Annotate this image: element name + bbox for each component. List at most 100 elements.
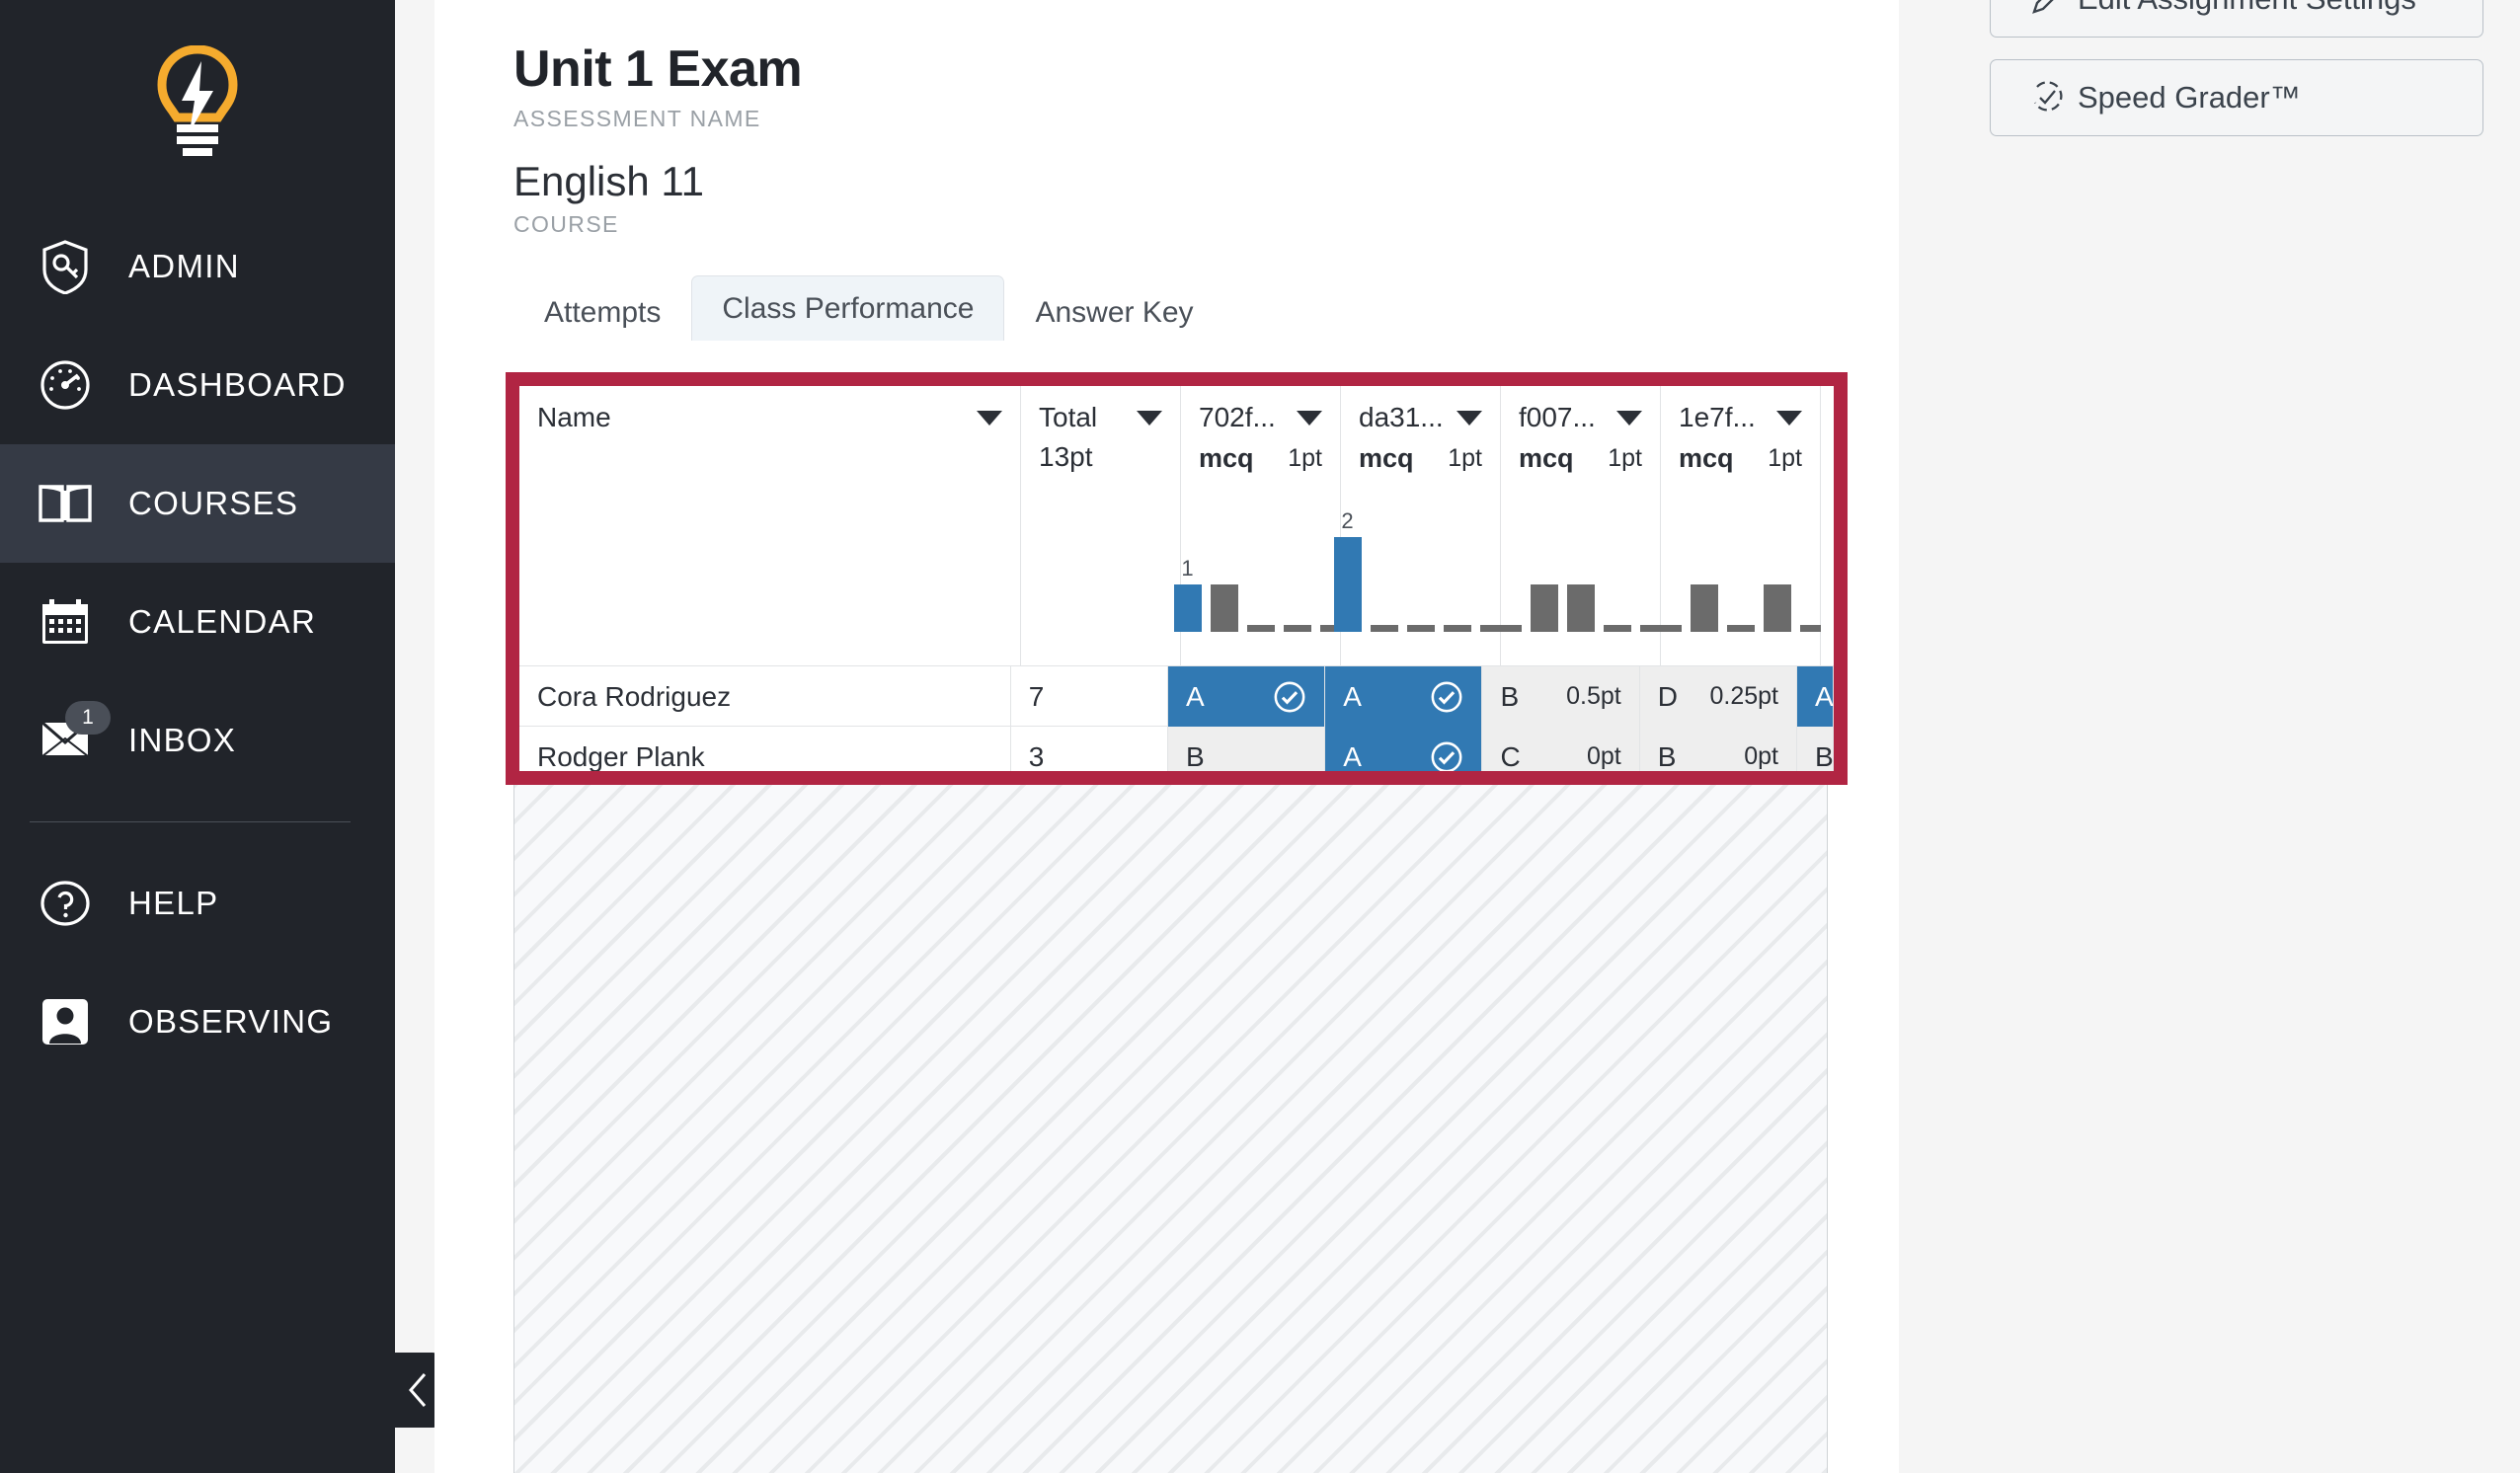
- question-points: 1pt: [1448, 444, 1482, 472]
- grid-header-question-2[interactable]: da31... mcq 1pt 2: [1333, 386, 1508, 665]
- histogram-bar-fill: [1333, 537, 1362, 632]
- histogram-bar-fill: [1246, 625, 1275, 632]
- chevron-down-icon[interactable]: [1616, 410, 1642, 426]
- histogram-bar-A: 2: [1333, 510, 1362, 632]
- speed-grader-button[interactable]: Speed Grader™: [1990, 59, 2483, 136]
- histogram-bar-C: [1726, 620, 1755, 632]
- total-score-cell[interactable]: 7: [1011, 666, 1168, 727]
- histogram-bar-B: [1690, 580, 1718, 632]
- answer-cell[interactable]: C 0pt: [1482, 727, 1640, 772]
- student-name-cell[interactable]: Rodger Plank: [519, 727, 1011, 771]
- open-book-icon: [30, 468, 101, 539]
- check-circle-icon: [1274, 681, 1305, 712]
- lightbulb-bolt-logo-icon: [157, 45, 238, 156]
- chevron-down-icon[interactable]: [1776, 410, 1802, 426]
- pencil-icon: [2026, 0, 2068, 20]
- course-name: English 11: [513, 158, 705, 205]
- answer-cell[interactable]: B 0pt: [1639, 727, 1798, 771]
- histogram-bar-fill: [1406, 625, 1435, 632]
- question-response-histogram: [1493, 504, 1668, 632]
- sidebar-item-dashboard[interactable]: DASHBOARD: [0, 326, 395, 444]
- speed-grader-icon: [2026, 77, 2068, 118]
- histogram-bar-C: [1566, 580, 1595, 632]
- histogram-bar-fill: [1763, 584, 1791, 632]
- sidebar-divider: [30, 821, 351, 822]
- tab-attempts[interactable]: Attempts: [513, 283, 691, 341]
- grid-header-question-3[interactable]: f007... mcq 1pt: [1493, 386, 1668, 665]
- sidebar-item-admin[interactable]: ADMIN: [0, 207, 395, 326]
- class-performance-grid-highlight-frame: Name Total 13pt 702f... mcq 1pt 1 da31..…: [506, 372, 1848, 785]
- histogram-bar-B: [1530, 580, 1558, 632]
- class-performance-grid: Name Total 13pt 702f... mcq 1pt 1 da31..…: [519, 386, 1834, 771]
- answer-cell[interactable]: A: [1325, 666, 1483, 727]
- grid-header-question-4[interactable]: 1e7f... mcq 1pt: [1653, 386, 1828, 665]
- histogram-bar-fill: [1690, 584, 1718, 632]
- answer-choice: A: [1343, 740, 1362, 772]
- answer-cell[interactable]: A: [1167, 666, 1326, 727]
- global-navigation-sidebar: ADMIN DASHBOARD COURSES CALENDAR 1 INBOX…: [0, 0, 395, 1473]
- histogram-bar-fill: [1653, 625, 1682, 632]
- app-logo[interactable]: [0, 0, 395, 207]
- sidebar-item-inbox[interactable]: 1 INBOX: [0, 681, 395, 800]
- answer-cell[interactable]: B 0.5pt: [1482, 666, 1640, 727]
- grid-header-name[interactable]: Name: [519, 386, 1021, 665]
- edit-assignment-settings-button[interactable]: Edit Assignment Settings: [1990, 0, 2483, 38]
- question-response-histogram: 1: [1173, 504, 1348, 632]
- tab-answer-key[interactable]: Answer Key: [1004, 283, 1223, 341]
- answer-cell[interactable]: D 0.25pt: [1639, 666, 1798, 727]
- table-row[interactable]: Cora Rodriguez 7 A A B 0.5pt D 0.25pt A: [519, 665, 1834, 727]
- sidebar-item-courses[interactable]: COURSES: [0, 444, 395, 563]
- grid-header-total[interactable]: Total 13pt: [1021, 386, 1181, 665]
- content-placeholder-hatched-area: [513, 785, 1828, 1473]
- histogram-bar-B: [1210, 580, 1238, 632]
- student-name-cell[interactable]: Cora Rodriguez: [519, 666, 1011, 727]
- question-type: mcq: [1679, 443, 1734, 473]
- person-icon: [30, 986, 101, 1057]
- histogram-bar-D: [1443, 620, 1471, 632]
- table-row[interactable]: Rodger Plank 3 B A C 0pt B 0pt B: [519, 726, 1834, 771]
- histogram-bar-fill: [1726, 625, 1755, 632]
- envelope-icon: 1: [30, 701, 111, 776]
- histogram-bar-fill: [1493, 625, 1522, 632]
- inbox-unread-badge: 1: [65, 701, 111, 735]
- answer-choice: B: [1185, 740, 1205, 772]
- sidebar-item-label: DASHBOARD: [128, 366, 347, 403]
- check-circle-icon: [1432, 681, 1462, 712]
- tab-class-performance[interactable]: Class Performance: [691, 275, 1005, 342]
- sidebar-item-calendar[interactable]: CALENDAR: [0, 563, 395, 681]
- answer-cell[interactable]: A: [1797, 666, 1834, 727]
- answer-points: 0.25pt: [1709, 682, 1779, 710]
- histogram-bar-fill: [1530, 584, 1558, 632]
- column-title: Total: [1039, 402, 1098, 432]
- assessment-header: Unit 1 Exam ASSESSMENT NAME English 11 C…: [434, 0, 1899, 238]
- column-title: f007...: [1519, 402, 1596, 432]
- shield-key-icon: [30, 231, 101, 302]
- sidebar-item-help[interactable]: HELP: [0, 844, 395, 963]
- chevron-down-icon[interactable]: [1457, 410, 1482, 426]
- question-type: mcq: [1519, 443, 1574, 473]
- sidebar-item-observing[interactable]: OBSERVING: [0, 963, 395, 1081]
- column-title: 702f...: [1199, 402, 1276, 432]
- check-circle-icon: [1432, 741, 1462, 771]
- answer-points: 0pt: [1586, 742, 1621, 770]
- histogram-bar-D: [1763, 580, 1791, 632]
- grid-header-row: Name Total 13pt 702f... mcq 1pt 1 da31..…: [519, 386, 1834, 665]
- gauge-icon: [30, 349, 101, 421]
- histogram-bar-A: [1653, 620, 1682, 632]
- histogram-bar-C: [1406, 620, 1435, 632]
- answer-choice: C: [1500, 740, 1521, 772]
- total-score-cell[interactable]: 3: [1011, 727, 1168, 771]
- histogram-bar-fill: [1283, 625, 1311, 632]
- chevron-down-icon[interactable]: [1137, 410, 1162, 426]
- answer-cell[interactable]: B: [1797, 727, 1834, 771]
- histogram-bar-fill: [1173, 584, 1202, 632]
- app-root: ADMIN DASHBOARD COURSES CALENDAR 1 INBOX…: [0, 0, 2520, 1473]
- chevron-down-icon[interactable]: [1297, 410, 1322, 426]
- answer-cell[interactable]: A: [1325, 727, 1483, 772]
- answer-cell[interactable]: B: [1167, 727, 1326, 772]
- assignment-actions-rail: Edit Assignment Settings Speed Grader™: [1990, 0, 2483, 158]
- histogram-bar-fill: [1370, 625, 1398, 632]
- grid-header-question-5-clipped[interactable]: [1821, 386, 1834, 665]
- grid-header-question-1[interactable]: 702f... mcq 1pt 1: [1173, 386, 1348, 665]
- chevron-down-icon[interactable]: [977, 410, 1002, 426]
